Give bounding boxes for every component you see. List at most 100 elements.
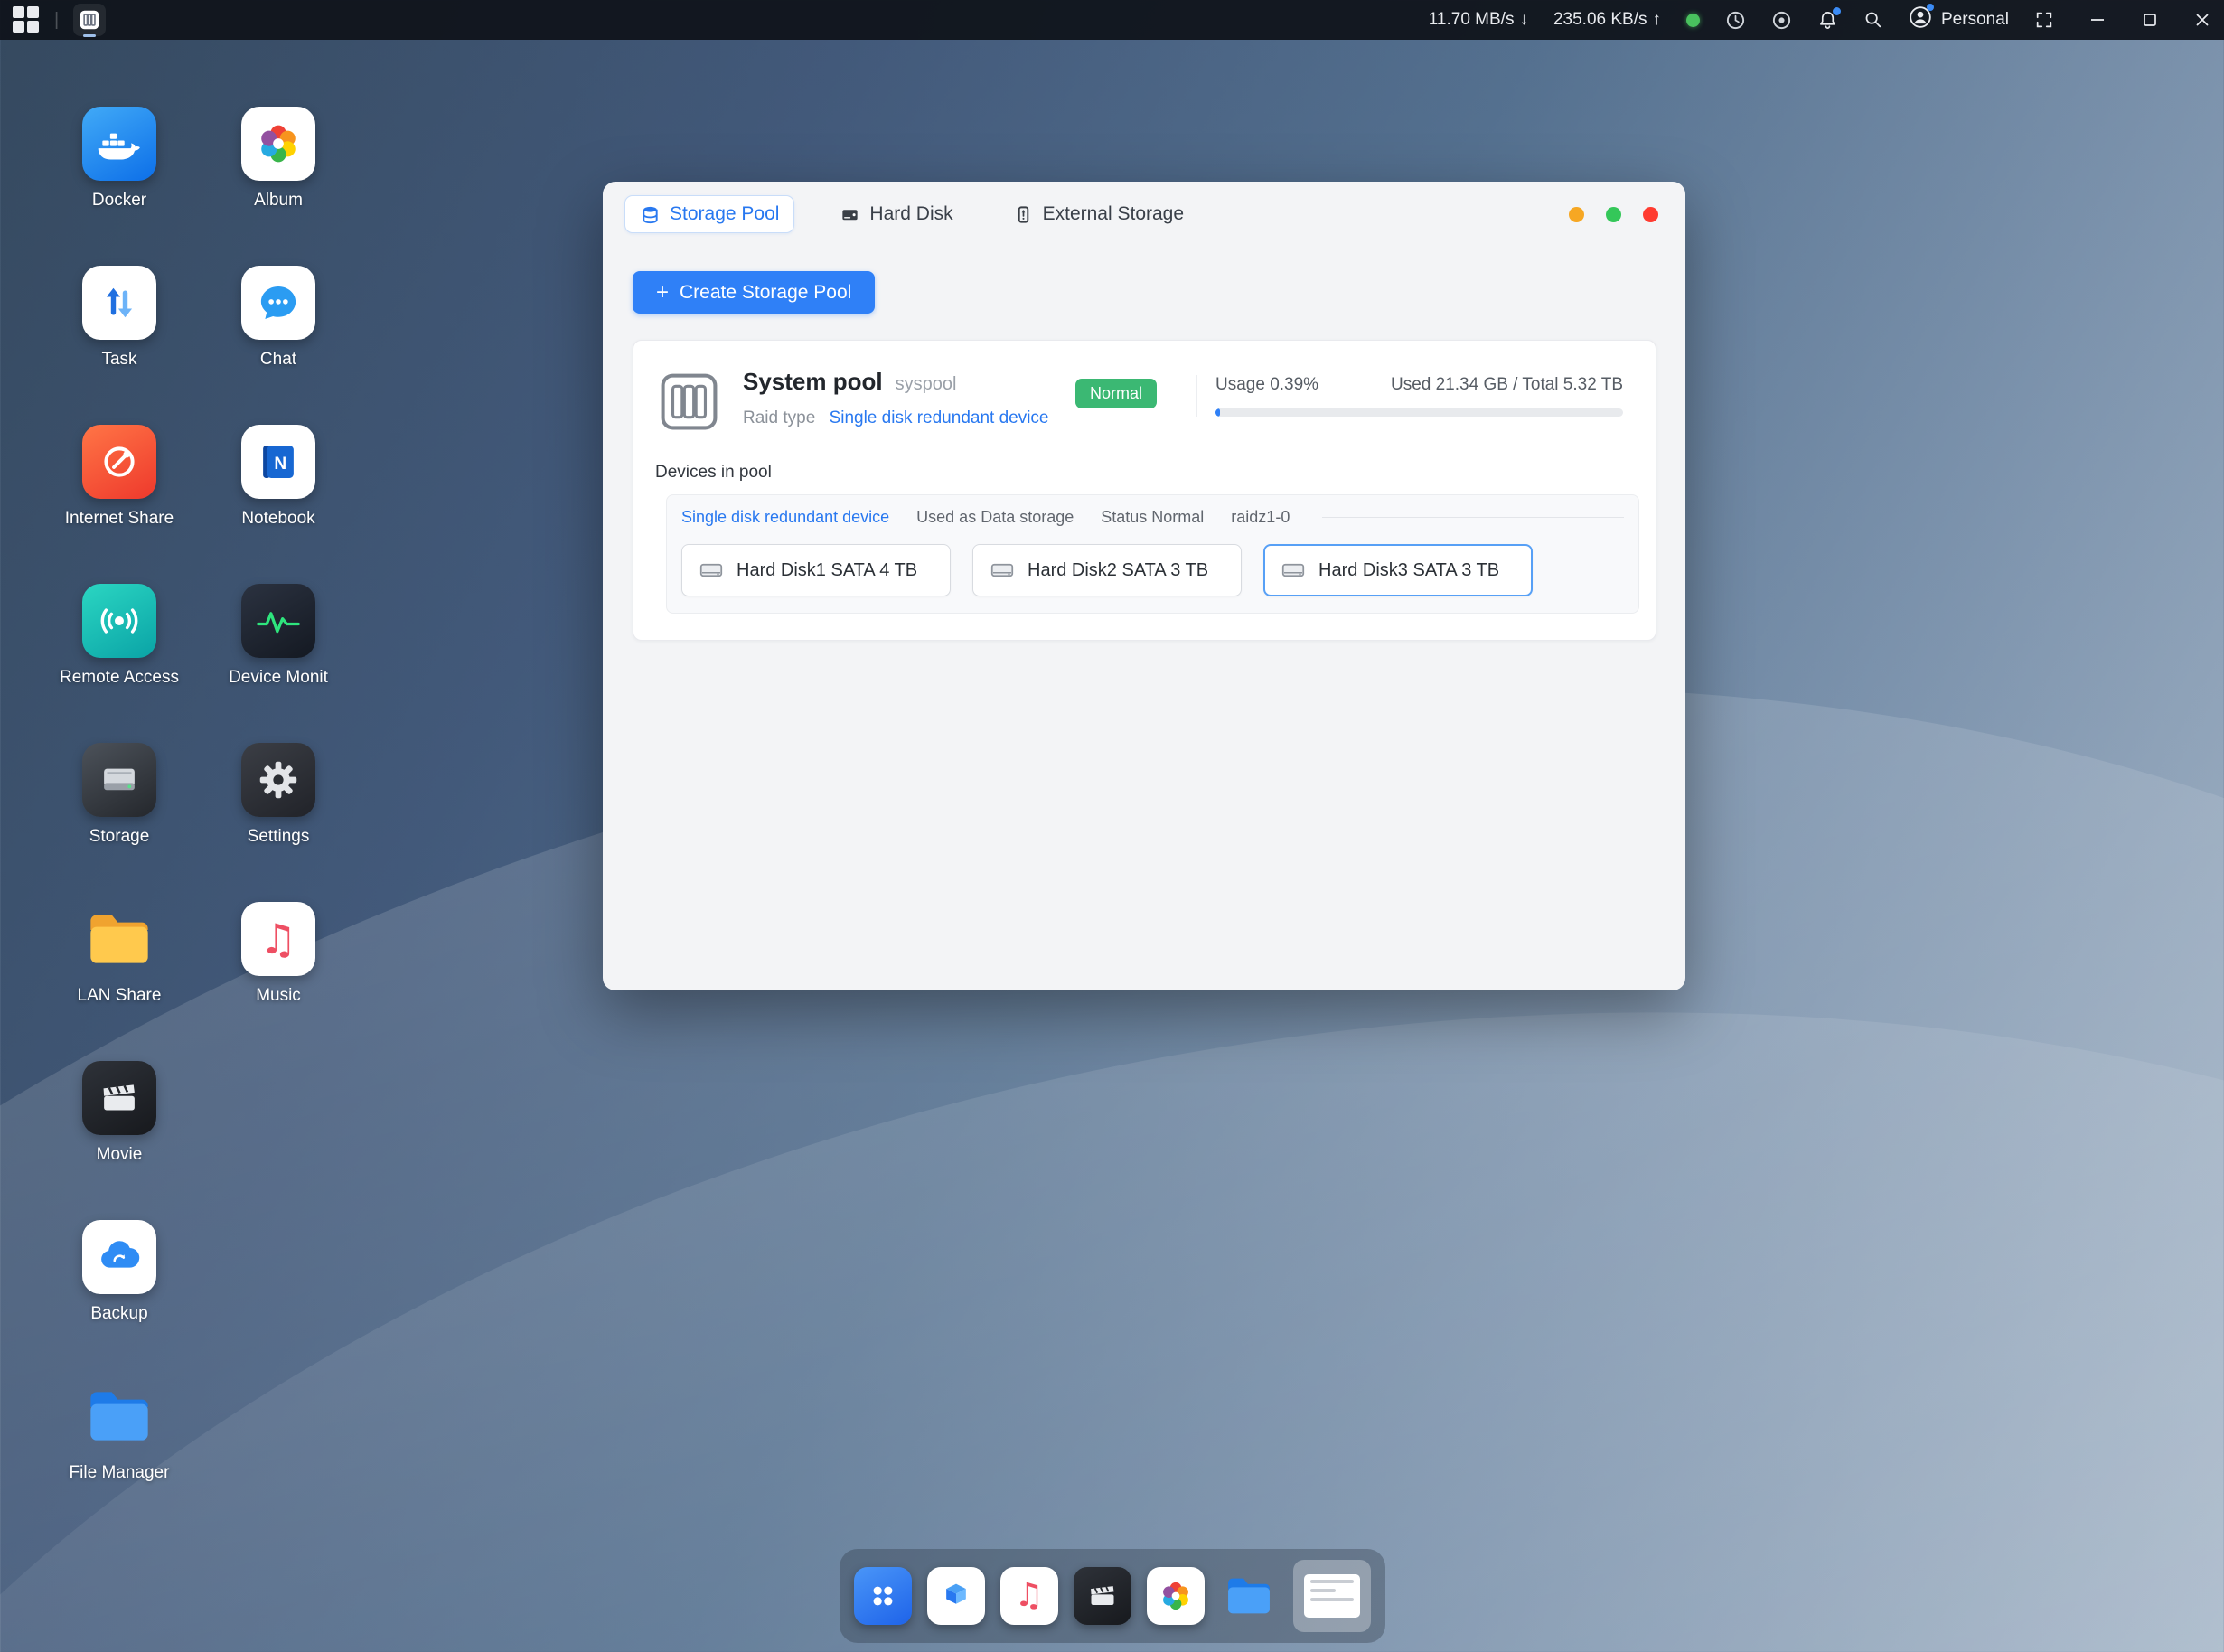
shell-maximize-button[interactable]: [2141, 11, 2159, 29]
album-flower-icon: [241, 107, 315, 181]
desktop-icon-lan-share[interactable]: LAN Share: [40, 896, 199, 1056]
movie-clapper-icon: [1084, 1578, 1121, 1614]
raid-type-link[interactable]: Single disk redundant device: [830, 408, 1049, 427]
desktop-icon-label: File Manager: [70, 1463, 170, 1483]
disk-chip-1[interactable]: Hard Disk1 SATA 4 TB: [681, 544, 951, 596]
taskbar-storage-app[interactable]: [73, 4, 106, 36]
thumbnail-line: [1310, 1580, 1354, 1583]
storage-pool-card: System pool syspool Raid type Single dis…: [633, 340, 1656, 641]
tab-external-storage[interactable]: External Storage: [999, 196, 1198, 232]
capacity-label: Used 21.34 GB / Total 5.32 TB: [1391, 375, 1623, 395]
create-storage-pool-button[interactable]: + Create Storage Pool: [633, 271, 875, 314]
file-manager-folder-icon: [1223, 1570, 1275, 1622]
window-maximize-button[interactable]: [1606, 207, 1621, 222]
raid-type-label: Raid type: [743, 408, 815, 427]
disk-chip-row: Hard Disk1 SATA 4 TB Hard Disk2 SATA 3 T…: [681, 544, 1624, 596]
dock-app-center[interactable]: [927, 1567, 985, 1625]
pool-usage-block: Usage 0.39% Used 21.34 GB / Total 5.32 T…: [1196, 375, 1623, 417]
window-minimize-button[interactable]: [1569, 207, 1584, 222]
devices-in-pool-title: Devices in pool: [655, 463, 1623, 483]
tab-hard-disk[interactable]: Hard Disk: [825, 196, 967, 232]
desktop-icon-storage[interactable]: Storage: [40, 737, 199, 896]
desktop-icon-label: Settings: [248, 827, 310, 847]
network-download-speed: 11.70 MB/s↓: [1429, 10, 1528, 30]
internet-share-icon: [82, 425, 156, 499]
desktop-icon-label: Movie: [97, 1145, 143, 1165]
desktop-icon-label: Storage: [89, 827, 150, 847]
desktop-icon-backup[interactable]: Backup: [40, 1215, 199, 1374]
desktop-icon-device-monitor[interactable]: Device Monit: [199, 578, 358, 737]
desktop-icon-settings[interactable]: Settings: [199, 737, 358, 896]
user-account-button[interactable]: Personal: [1909, 5, 2009, 34]
avatar-status-badge: [1927, 4, 1934, 11]
remote-access-icon: [82, 584, 156, 658]
desktop-icon-docker[interactable]: Docker: [40, 101, 199, 260]
thumbnail-line: [1310, 1589, 1337, 1592]
desktop-icon-label: Chat: [260, 350, 296, 370]
pool-status-badge: Normal: [1075, 379, 1157, 408]
external-storage-icon: [1013, 204, 1034, 225]
desktop-icon-chat[interactable]: Chat: [199, 260, 358, 419]
file-manager-folder-icon: [82, 1379, 156, 1453]
system-monitor-icon[interactable]: [1771, 10, 1792, 31]
desktop-icon-label: Notebook: [241, 509, 314, 529]
vdev-header: Single disk redundant device Used as Dat…: [681, 508, 1624, 527]
settings-gear-icon: [241, 743, 315, 817]
shell-minimize-button[interactable]: [2088, 11, 2107, 29]
vdev-raid-link[interactable]: Single disk redundant device: [681, 508, 889, 527]
network-upload-speed: 235.06 KB/s↑: [1553, 10, 1661, 30]
pool-name: System pool: [743, 368, 883, 396]
disk-chip-label: Hard Disk1 SATA 4 TB: [737, 560, 917, 581]
create-button-label: Create Storage Pool: [680, 282, 851, 304]
dock-window-preview[interactable]: [1293, 1560, 1371, 1632]
desktop-icon-label: Music: [256, 986, 301, 1006]
vdev-panel: Single disk redundant device Used as Dat…: [666, 494, 1639, 614]
desktop-icon-label: Task: [101, 350, 136, 370]
desktop-icon-music[interactable]: ♫ Music: [199, 896, 358, 1056]
lan-share-folder-icon: [82, 902, 156, 976]
notifications-button[interactable]: [1817, 10, 1838, 31]
desktop-icon-movie[interactable]: Movie: [40, 1056, 199, 1215]
disk-icon: [698, 557, 725, 584]
desktop-icon-label: Internet Share: [65, 509, 174, 529]
down-arrow-icon: ↓: [1519, 10, 1528, 30]
desktop-icon-task[interactable]: Task: [40, 260, 199, 419]
dock-album[interactable]: [1147, 1567, 1205, 1625]
disk-chip-2[interactable]: Hard Disk2 SATA 3 TB: [972, 544, 1242, 596]
desktop-icon-remote-access[interactable]: Remote Access: [40, 578, 199, 737]
dock-app-launcher[interactable]: [854, 1567, 912, 1625]
desktop-icon-label: Device Monit: [229, 668, 328, 688]
search-button[interactable]: [1863, 10, 1883, 30]
tab-label: External Storage: [1043, 203, 1184, 225]
desktop-icon-file-manager[interactable]: File Manager: [40, 1374, 199, 1533]
desktop-icon-notebook[interactable]: N Notebook: [199, 419, 358, 578]
svg-text:N: N: [274, 455, 286, 474]
desktop-icon-internet-share[interactable]: Internet Share: [40, 419, 199, 578]
resource-monitor-icon[interactable]: [1725, 10, 1746, 31]
disk-chip-label: Hard Disk2 SATA 3 TB: [1028, 560, 1208, 581]
backup-cloud-icon: [82, 1220, 156, 1294]
tab-label: Hard Disk: [869, 203, 952, 225]
window-thumbnail: [1304, 1574, 1360, 1618]
disk-chip-3[interactable]: Hard Disk3 SATA 3 TB: [1263, 544, 1533, 596]
thumbnail-line: [1310, 1598, 1354, 1601]
desktop-icon-label: Album: [254, 191, 303, 211]
close-icon: [2193, 11, 2211, 29]
storage-drive-icon: [82, 743, 156, 817]
window-close-button[interactable]: [1643, 207, 1658, 222]
desktop-icon-album[interactable]: Album: [199, 101, 358, 260]
vdev-usage-label: Used as Data storage: [916, 508, 1074, 527]
system-status-icon[interactable]: [1686, 14, 1700, 27]
desktop-icon-label: Docker: [92, 191, 146, 211]
start-menu-button[interactable]: [13, 6, 40, 33]
dock-movie[interactable]: [1074, 1567, 1131, 1625]
fullscreen-button[interactable]: [2034, 10, 2054, 30]
shell-close-button[interactable]: [2193, 11, 2211, 29]
dock-music[interactable]: ♫: [1000, 1567, 1058, 1625]
docker-whale-icon: [82, 107, 156, 181]
music-note-icon: ♫: [1014, 1580, 1043, 1612]
dock-file-manager[interactable]: [1220, 1567, 1278, 1625]
up-arrow-icon: ↑: [1653, 10, 1662, 30]
tab-storage-pool[interactable]: Storage Pool: [624, 195, 794, 233]
start-grid-square: [13, 6, 24, 18]
